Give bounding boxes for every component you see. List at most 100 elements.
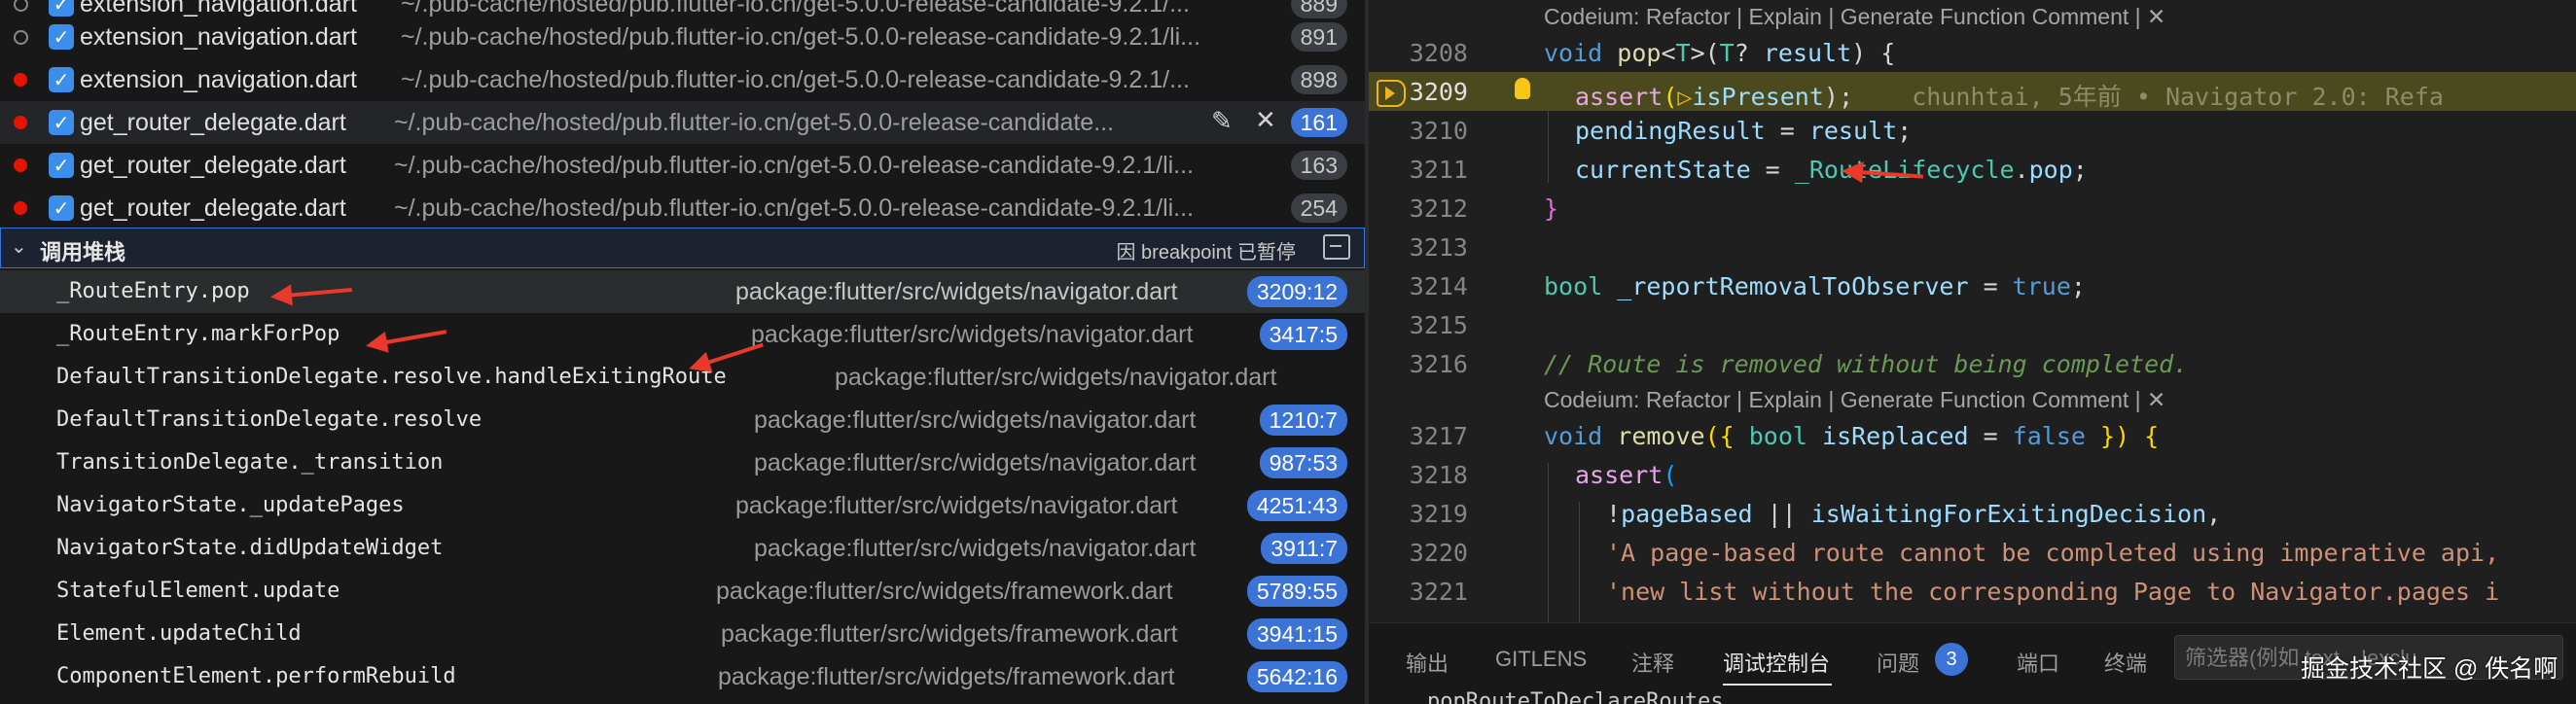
breakpoint-row[interactable]: ✓ extension_navigation.dart ~/.pub-cache… [0,58,1365,101]
breakpoint-path: ~/.pub-cache/hosted/pub.flutter-io.cn/ge… [401,23,1201,51]
breakpoint-checkbox[interactable]: ✓ [49,195,74,221]
frame-name: _RouteEntry.markForPop [56,322,340,346]
breakpoint-line-badge: 161 [1290,108,1347,137]
remove-close-icon[interactable]: ✕ [1255,106,1276,135]
code-token: void [1544,422,1603,450]
breakpoint-row[interactable]: ✓ get_router_delegate.dart ~/.pub-cache/… [0,101,1365,144]
frame-line-badge: 1210:7 [1259,405,1347,436]
breakpoint-line-badge: 891 [1290,22,1347,52]
breakpoint-checkbox[interactable]: ✓ [49,153,74,178]
code-token: = [1750,156,1795,184]
codelens-actions[interactable]: Codeium: Refactor | Explain | Generate F… [1544,4,2165,33]
line-number: 3221 [1409,578,1468,606]
code-token: bool [1748,422,1807,450]
frame-source: package:flutter/src/widgets/navigator.da… [835,364,1277,391]
tab-gitlens[interactable]: GITLENS [1495,647,1587,672]
frame-source: package:flutter/src/widgets/navigator.da… [735,278,1178,305]
collapse-all-icon[interactable] [1323,234,1350,260]
frame-line-badge: 3911:7 [1261,533,1347,564]
code-token: = [1765,117,1809,145]
breakpoint-dot-icon [14,201,27,215]
line-number: 3213 [1409,233,1468,262]
lightbulb-icon[interactable] [1515,78,1530,99]
breakpoint-checkbox[interactable]: ✓ [49,24,74,50]
stack-frame[interactable]: DefaultTransitionDelegate.resolve.handle… [0,356,1365,399]
code-line: 3215 [1369,305,2576,344]
frame-name: Element.updateChild [56,621,302,646]
stack-frame[interactable]: StatefulElement.update package:flutter/s… [0,570,1365,613]
stack-frame[interactable]: _RouteEntry.pop package:flutter/src/widg… [0,270,1365,313]
code-token: = [1968,272,2013,300]
line-number: 3211 [1409,156,1468,184]
frame-line-badge: 3417:5 [1259,319,1347,350]
frame-line-badge: 987:53 [1259,447,1347,478]
breakpoint-path: ~/.pub-cache/hosted/pub.flutter-io.cn/ge… [401,66,1190,93]
breakpoint-file: extension_navigation.dart [80,66,357,93]
callstack-title: 调用堆栈 [40,240,126,264]
breakpoint-dot-icon [14,116,27,129]
frame-line-badge: 5642:16 [1246,661,1347,692]
breakpoint-file: get_router_delegate.dart [80,109,346,136]
breakpoint-checkbox[interactable]: ✓ [49,110,74,135]
frame-line-badge: 3209:12 [1246,276,1347,307]
breakpoint-row[interactable]: ✓ get_router_delegate.dart ~/.pub-cache/… [0,187,1365,229]
frame-name: StatefulElement.update [56,579,340,603]
code-token: isReplaced [1822,422,1969,450]
stack-frame[interactable]: TransitionDelegate._transition package:f… [0,441,1365,484]
tab-ports[interactable]: 端口 [2017,647,2059,678]
tab-comments[interactable]: 注释 [1631,647,1674,678]
code-token: false [2012,422,2086,450]
breakpoint-row[interactable]: ✓ get_router_delegate.dart ~/.pub-cache/… [0,144,1365,187]
frame-source: package:flutter/src/widgets/navigator.da… [754,535,1197,562]
code-token: pendingResult [1575,117,1766,145]
callstack-header[interactable]: ⌄ 调用堆栈 因 breakpoint 已暂停 [0,228,1365,268]
breakpoint-checkbox[interactable]: ✓ [49,67,74,92]
frame-line-badge: 5789:55 [1246,576,1347,607]
breakpoint-line-badge: 898 [1290,65,1347,94]
current-code-line: 3209 assert(▷isPresent); chunhtai, 5年前 •… [1369,72,2576,111]
code-editor[interactable]: Codeium: Refactor | Explain | Generate F… [1369,0,2576,704]
code-line: 3218 assert( [1369,455,2576,494]
code-token: result [1808,117,1898,145]
code-line: 3210 pendingResult = result; [1369,111,2576,150]
chevron-down-icon: ⌄ [11,234,27,258]
breakpoint-file: get_router_delegate.dart [80,152,346,179]
line-number: 3220 [1409,539,1468,567]
line-number: 3215 [1409,311,1468,339]
frame-name: NavigatorState._updatePages [56,493,405,517]
stack-frame[interactable]: _RouteEntry.markForPop package:flutter/s… [0,313,1365,356]
breakpoint-path: ~/.pub-cache/hosted/pub.flutter-io.cn/ge… [394,152,1195,179]
code-token: ; [1897,117,1913,145]
line-number: 3219 [1409,500,1468,528]
code-line: 3213 [1369,228,2576,266]
code-token: pageBased [1621,500,1753,528]
tab-output[interactable]: 输出 [1406,647,1449,678]
code-token: isPresent [1692,83,1824,111]
code-token: , [2206,500,2222,528]
edit-pencil-icon[interactable]: ✎ [1211,107,1233,136]
code-token: T [1719,39,1735,67]
inline-breakpoint-icon[interactable]: ▷ [1677,83,1692,111]
stack-frame[interactable]: Element.updateChild package:flutter/src/… [0,613,1365,655]
code-token: ({ [1704,422,1749,450]
frame-name: NavigatorState.didUpdateWidget [56,536,444,560]
breakpoint-line-badge: 254 [1290,194,1347,223]
tab-problems[interactable]: 问题 [1877,647,1919,678]
code-token: currentState [1575,156,1751,184]
code-line: 3219 !pageBased || isWaitingForExitingDe… [1369,494,2576,533]
codelens-actions[interactable]: Codeium: Refactor | Explain | Generate F… [1544,387,2165,416]
tab-debug-console[interactable]: 调试控制台 [1723,647,1830,678]
breakpoint-row[interactable]: ✓ extension_navigation.dart ~/.pub-cache… [0,16,1365,58]
breakpoint-checkbox[interactable]: ✓ [49,0,74,17]
code-token: } [1544,194,1559,223]
stack-frame[interactable]: DefaultTransitionDelegate.resolve packag… [0,399,1365,441]
git-blame-annotation: chunhtai, 5年前 • Navigator 2.0: Refa [1912,83,2444,111]
stack-frame[interactable]: NavigatorState._updatePages package:flut… [0,484,1365,527]
stack-frame[interactable]: ComponentElement.performRebuild package:… [0,655,1365,698]
breakpoint-path: ~/.pub-cache/hosted/pub.flutter-io.cn/ge… [394,194,1195,222]
tab-terminal[interactable]: 终端 [2104,647,2147,678]
stack-frame[interactable]: NavigatorState.didUpdateWidget package:f… [0,527,1365,570]
frame-source: package:flutter/src/widgets/navigator.da… [754,406,1197,434]
code-token: || [1752,500,1811,528]
code-token: assert [1575,461,1664,489]
